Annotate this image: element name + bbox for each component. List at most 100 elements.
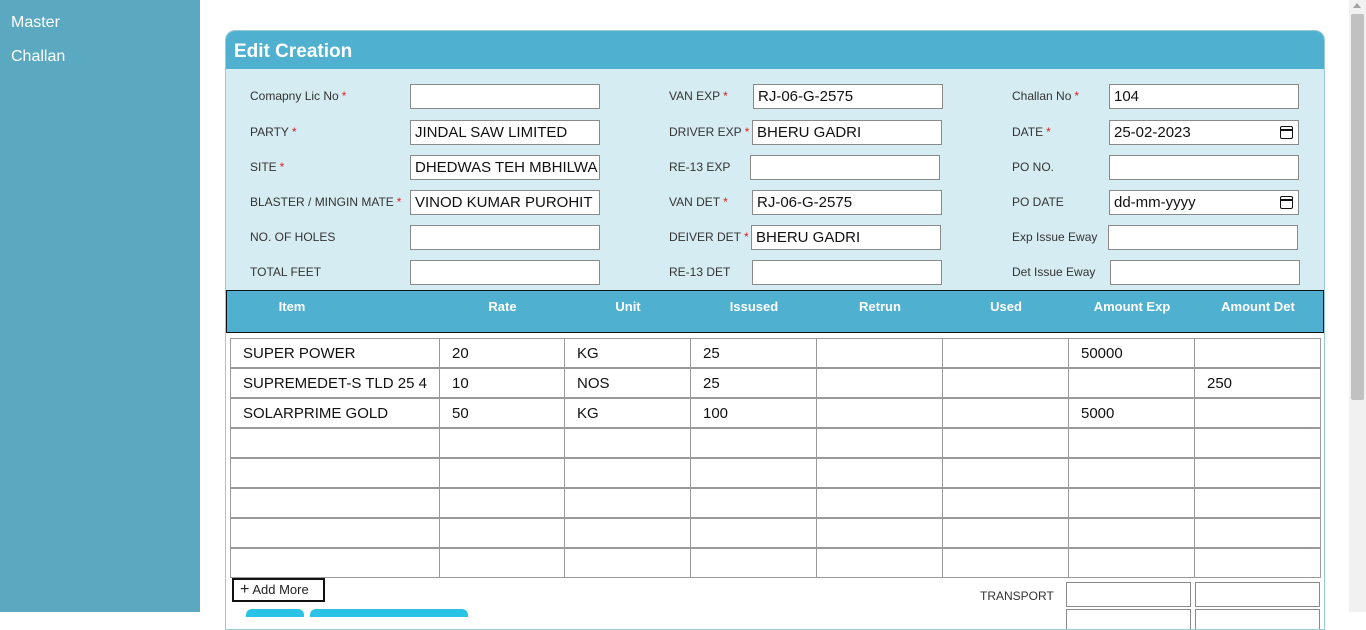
van-det-input[interactable]: RJ-06-G-2575	[752, 190, 942, 215]
scroll-up-arrow-icon[interactable]	[1353, 3, 1361, 8]
sidebar-item-challan[interactable]: Challan	[11, 48, 65, 66]
table-cell-amount-det[interactable]	[1194, 338, 1321, 368]
add-more-label: Add More	[252, 582, 309, 597]
table-cell-used[interactable]	[942, 338, 1069, 368]
van-exp-input[interactable]: RJ-06-G-2575	[753, 84, 943, 109]
table-cell-issused[interactable]	[690, 518, 817, 548]
table-cell-amount-det[interactable]	[1194, 428, 1321, 458]
table-cell-item[interactable]	[230, 428, 440, 458]
po-date-date-input[interactable]: dd-mm-yyyy	[1109, 190, 1299, 215]
table-cell-issused[interactable]: 100	[690, 398, 817, 428]
exp-issue-eway-input[interactable]	[1108, 225, 1298, 250]
page-scrollbar[interactable]	[1349, 0, 1366, 612]
table-cell-item[interactable]	[230, 518, 440, 548]
table-cell-item[interactable]: SUPER POWER	[230, 338, 440, 368]
table-cell-retrun[interactable]	[816, 428, 943, 458]
det-issue-eway-input[interactable]	[1110, 260, 1300, 285]
footer-input-3[interactable]	[1066, 609, 1191, 629]
table-cell-used[interactable]	[942, 368, 1069, 398]
re-13-exp-input[interactable]	[750, 155, 940, 180]
table-cell-rate[interactable]	[439, 428, 565, 458]
required-mark: *	[279, 160, 285, 174]
table-cell-retrun[interactable]	[816, 368, 943, 398]
table-cell-item[interactable]: SOLARPRIME GOLD	[230, 398, 440, 428]
table-cell-rate[interactable]	[439, 458, 565, 488]
table-cell-unit[interactable]	[564, 518, 691, 548]
table-cell-retrun[interactable]	[816, 398, 943, 428]
table-cell-amount-exp[interactable]	[1068, 458, 1195, 488]
table-cell-unit[interactable]: KG	[564, 398, 691, 428]
table-cell-item[interactable]: SUPREMEDET-S TLD 25 4	[230, 368, 440, 398]
table-cell-retrun[interactable]	[816, 488, 943, 518]
table-cell-rate[interactable]	[439, 518, 565, 548]
table-cell-used[interactable]	[942, 548, 1069, 578]
table-cell-used[interactable]	[942, 398, 1069, 428]
table-cell-issused[interactable]	[690, 488, 817, 518]
deiver-det-input[interactable]: BHERU GADRI	[751, 225, 941, 250]
table-cell-retrun[interactable]	[816, 518, 943, 548]
comapny-lic-no-input[interactable]	[410, 84, 600, 109]
table-cell-amount-det[interactable]	[1194, 488, 1321, 518]
table-cell-unit[interactable]	[564, 428, 691, 458]
action-button-2[interactable]	[310, 609, 468, 617]
table-cell-item[interactable]	[230, 548, 440, 578]
table-cell-amount-exp[interactable]	[1068, 488, 1195, 518]
table-cell-issused[interactable]	[690, 428, 817, 458]
table-cell-amount-exp[interactable]	[1068, 368, 1195, 398]
table-cell-item[interactable]	[230, 458, 440, 488]
table-cell-amount-exp[interactable]: 50000	[1068, 338, 1195, 368]
table-cell-unit[interactable]	[564, 488, 691, 518]
table-cell-retrun[interactable]	[816, 338, 943, 368]
table-cell-item[interactable]	[230, 488, 440, 518]
table-cell-rate[interactable]	[439, 488, 565, 518]
no-of-holes-input[interactable]	[410, 225, 600, 250]
transport-input[interactable]	[1066, 582, 1191, 607]
table-cell-used[interactable]	[942, 428, 1069, 458]
driver-exp-input[interactable]: BHERU GADRI	[752, 120, 942, 145]
re-13-det-input[interactable]	[752, 260, 942, 285]
action-button-1[interactable]	[246, 609, 304, 617]
table-cell-unit[interactable]	[564, 548, 691, 578]
table-cell-rate[interactable]: 50	[439, 398, 565, 428]
table-cell-rate[interactable]	[439, 548, 565, 578]
table-cell-amount-det[interactable]	[1194, 518, 1321, 548]
table-cell-amount-det[interactable]	[1194, 548, 1321, 578]
sidebar-item-master[interactable]: Master	[11, 14, 60, 32]
scrollbar-thumb[interactable]	[1351, 14, 1364, 400]
challan-no-input[interactable]: 104	[1109, 84, 1299, 109]
date-date-input[interactable]: 25-02-2023	[1109, 120, 1299, 145]
footer-input-4[interactable]	[1195, 609, 1320, 629]
table-cell-amount-exp[interactable]	[1068, 548, 1195, 578]
table-cell-issused[interactable]: 25	[690, 338, 817, 368]
table-cell-amount-exp[interactable]	[1068, 428, 1195, 458]
table-cell-used[interactable]	[942, 458, 1069, 488]
calendar-icon[interactable]	[1280, 126, 1293, 139]
table-cell-amount-det[interactable]: 250	[1194, 368, 1321, 398]
table-cell-retrun[interactable]	[816, 548, 943, 578]
table-cell-unit[interactable]: KG	[564, 338, 691, 368]
table-cell-used[interactable]	[942, 518, 1069, 548]
site-input[interactable]: DHEDWAS TEH MBHILWA	[410, 155, 600, 180]
plus-icon: +	[240, 581, 250, 598]
table-cell-issused[interactable]: 25	[690, 368, 817, 398]
total-feet-input[interactable]	[410, 260, 600, 285]
table-cell-amount-exp[interactable]: 5000	[1068, 398, 1195, 428]
party-input[interactable]: JINDAL SAW LIMITED	[410, 120, 600, 145]
table-cell-amount-exp[interactable]	[1068, 518, 1195, 548]
table-cell-used[interactable]	[942, 488, 1069, 518]
table-cell-unit[interactable]	[564, 458, 691, 488]
table-cell-amount-det[interactable]	[1194, 398, 1321, 428]
table-cell-issused[interactable]	[690, 458, 817, 488]
table-cell-amount-det[interactable]	[1194, 458, 1321, 488]
add-more-button[interactable]: + Add More	[232, 578, 325, 602]
table-cell-retrun[interactable]	[816, 458, 943, 488]
table-cell-issused[interactable]	[690, 548, 817, 578]
table-cell-unit[interactable]: NOS	[564, 368, 691, 398]
table-cell-rate[interactable]: 10	[439, 368, 565, 398]
calendar-icon[interactable]	[1280, 196, 1293, 209]
transport-input-2[interactable]	[1195, 582, 1320, 607]
blaster-mingin-mate-input[interactable]: VINOD KUMAR PUROHIT	[410, 190, 600, 215]
transport-label: TRANSPORT	[980, 589, 1054, 603]
po-no-input[interactable]	[1109, 155, 1299, 180]
table-cell-rate[interactable]: 20	[439, 338, 565, 368]
